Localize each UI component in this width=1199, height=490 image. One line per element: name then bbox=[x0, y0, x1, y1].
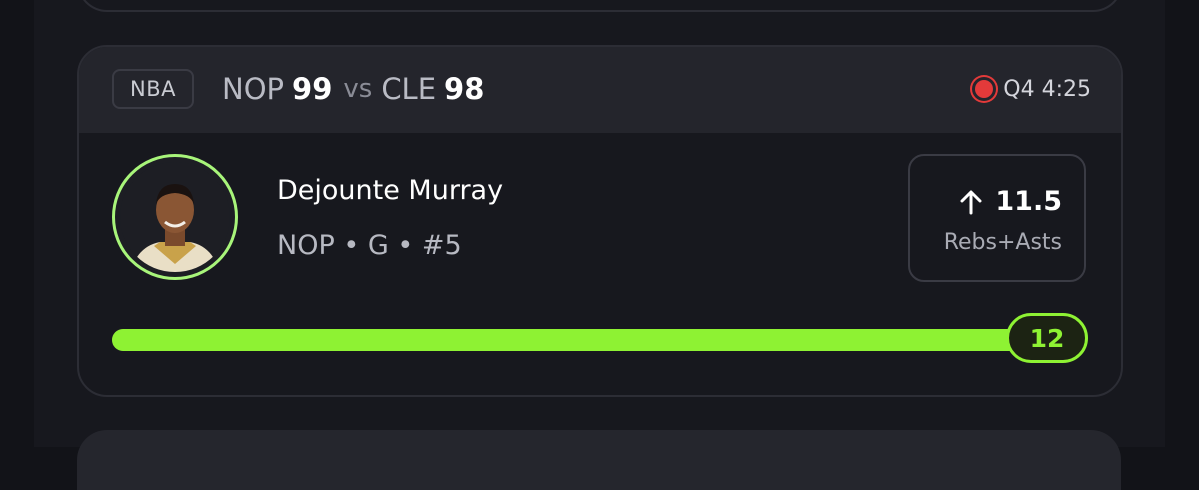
progress-track bbox=[112, 329, 1082, 351]
arrow-up-icon bbox=[960, 190, 982, 214]
game-clock: Q4 4:25 bbox=[1003, 76, 1091, 102]
player-meta: NOP • G • #5 bbox=[277, 230, 462, 261]
avatar bbox=[112, 154, 238, 280]
player-headshot-icon bbox=[120, 162, 230, 272]
pick-card[interactable]: NBA NOP 99 vs CLE 98 Q4 4:25 Dejounte Mu… bbox=[77, 45, 1123, 397]
home-score: 99 bbox=[292, 72, 333, 106]
prop-line-value: 11.5 bbox=[995, 186, 1062, 217]
player-name: Dejounte Murray bbox=[277, 175, 504, 206]
prop-selection[interactable]: 11.5 Rebs+Asts bbox=[908, 154, 1086, 282]
away-team: CLE bbox=[381, 72, 437, 106]
vs-label: vs bbox=[343, 74, 373, 104]
prop-line: 11.5 bbox=[959, 186, 1062, 217]
scoreline: NOP 99 vs CLE 98 bbox=[222, 69, 484, 109]
league-badge: NBA bbox=[112, 69, 194, 109]
home-team: NOP bbox=[222, 72, 285, 106]
away-score: 98 bbox=[444, 72, 485, 106]
progress-fill bbox=[112, 329, 1044, 351]
live-indicator-icon bbox=[975, 80, 994, 98]
current-value-badge: 12 bbox=[1006, 313, 1088, 363]
game-status: Q4 4:25 bbox=[975, 69, 1091, 109]
next-pick-card[interactable] bbox=[77, 430, 1121, 490]
previous-pick-card[interactable] bbox=[77, 0, 1123, 12]
game-header: NBA NOP 99 vs CLE 98 Q4 4:25 bbox=[79, 47, 1121, 133]
prop-stat-label: Rebs+Asts bbox=[943, 230, 1062, 255]
